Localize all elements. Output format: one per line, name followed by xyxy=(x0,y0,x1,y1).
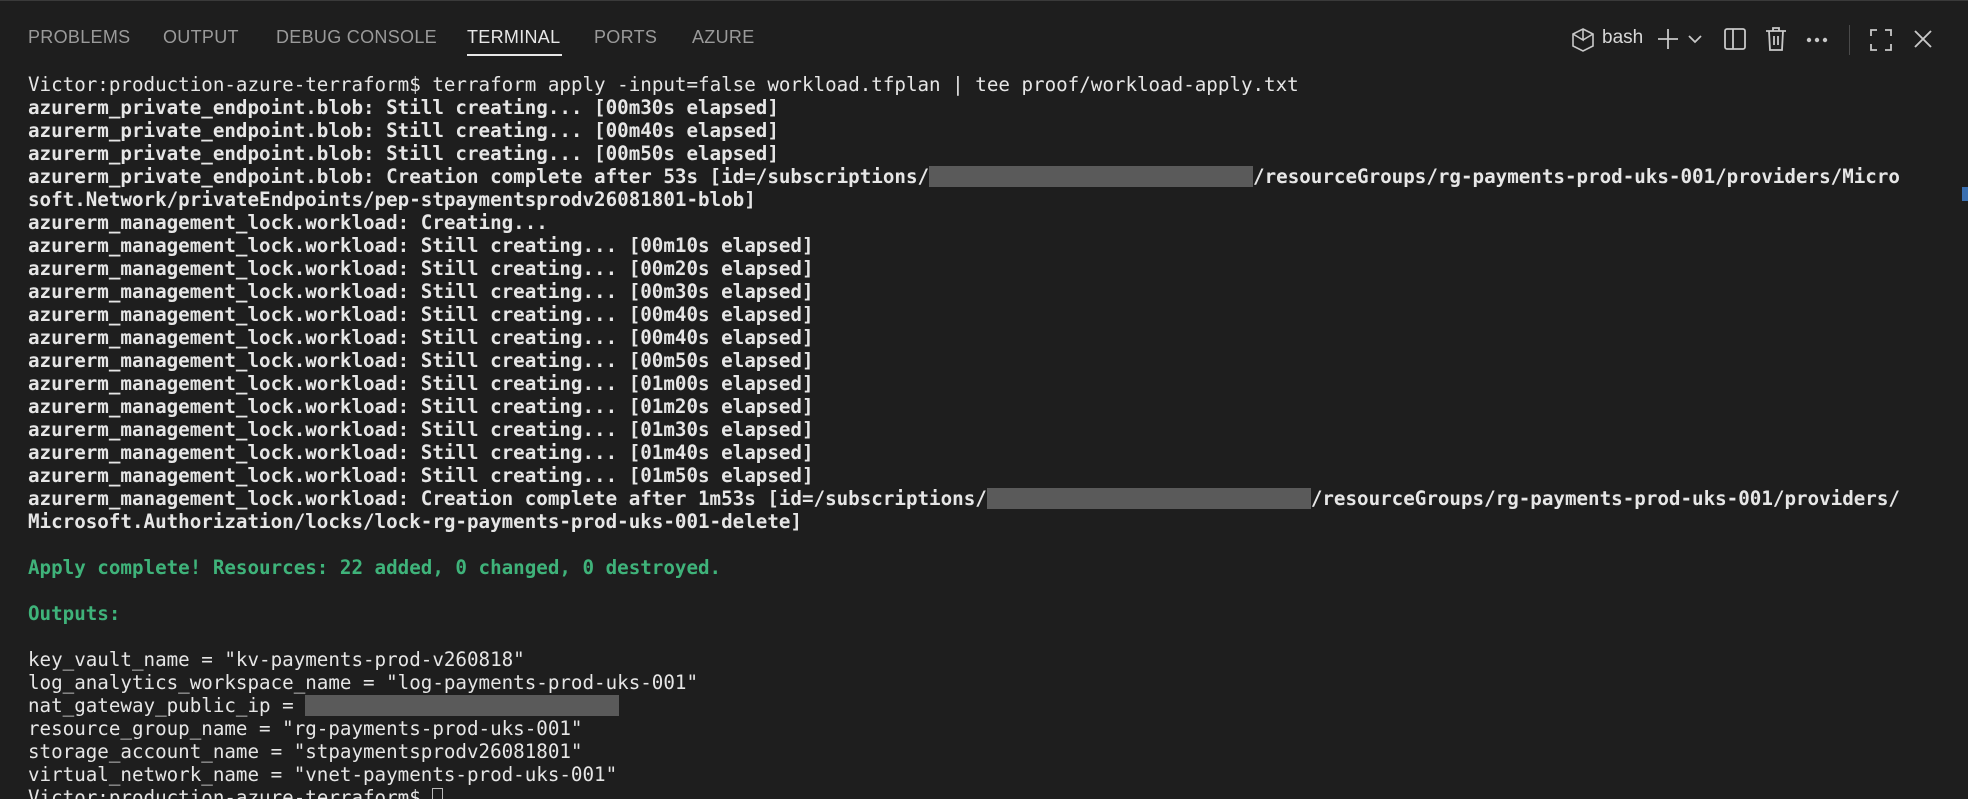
lock-complete-suffix: /resourceGroups/rg-payments-prod-uks-001… xyxy=(1310,487,1900,510)
output-line: azurerm_management_lock.workload: Still … xyxy=(28,280,814,303)
terminal-panel: PROBLEMS OUTPUT DEBUG CONSOLE TERMINAL P… xyxy=(0,0,1968,799)
terminal-cursor xyxy=(432,788,444,799)
output-line: Microsoft.Authorization/locks/lock-rg-pa… xyxy=(28,510,802,533)
output-value-line: nat_gateway_public_ip = xyxy=(28,694,1948,717)
plus-icon[interactable] xyxy=(1657,28,1679,50)
pe-complete-suffix: /resourceGroups/rg-payments-prod-uks-001… xyxy=(1253,165,1900,188)
maximize-icon[interactable] xyxy=(1870,29,1892,51)
apply-summary: Apply complete! Resources: 22 added, 0 c… xyxy=(28,556,722,579)
tab-problems[interactable]: PROBLEMS xyxy=(28,27,130,48)
output-line: azurerm_management_lock.workload: Still … xyxy=(28,441,814,464)
terminal-output[interactable]: Victor:production-azure-terraform$ terra… xyxy=(28,73,1948,799)
close-icon[interactable] xyxy=(1914,30,1932,48)
output-value-line: resource_group_name = "rg-payments-prod-… xyxy=(28,717,583,740)
output-line: azurerm_management_lock.workload: Still … xyxy=(28,234,814,257)
command-text: terraform apply -input=false workload.tf… xyxy=(432,73,1299,96)
command-line: Victor:production-azure-terraform$ terra… xyxy=(28,73,1948,96)
tab-debug-console[interactable]: DEBUG CONSOLE xyxy=(276,27,437,48)
redacted-public-ip xyxy=(305,695,620,716)
scrollbar-thumb[interactable] xyxy=(1962,187,1968,201)
terminal-shell-icon xyxy=(1570,27,1596,53)
output-value-line: log_analytics_workspace_name = "log-paym… xyxy=(28,671,699,694)
final-prompt-text: Victor:production-azure-terraform$ xyxy=(28,786,421,799)
nat-ip-label: nat_gateway_public_ip = xyxy=(28,694,306,717)
output-line: azurerm_management_lock.workload: Still … xyxy=(28,464,814,487)
prompt-text: Victor:production-azure-terraform$ xyxy=(28,73,421,96)
tab-azure[interactable]: AZURE xyxy=(692,27,755,48)
output-value-line: virtual_network_name = "vnet-payments-pr… xyxy=(28,763,618,786)
output-line: soft.Network/privateEndpoints/pep-stpaym… xyxy=(28,188,756,211)
tab-ports[interactable]: PORTS xyxy=(594,27,657,48)
ellipsis-icon[interactable] xyxy=(1806,37,1828,43)
pe-complete-prefix: azurerm_private_endpoint.blob: Creation … xyxy=(28,165,930,188)
output-line: azurerm_management_lock.workload: Still … xyxy=(28,303,814,326)
output-value-line: key_vault_name = "kv-payments-prod-v2608… xyxy=(28,648,525,671)
output-line: azurerm_private_endpoint.blob: Creation … xyxy=(28,165,1948,188)
redacted-subscription-id xyxy=(986,488,1311,509)
output-line: azurerm_private_endpoint.blob: Still cre… xyxy=(28,119,779,142)
redacted-subscription-id xyxy=(929,166,1254,187)
output-line: azurerm_management_lock.workload: Still … xyxy=(28,349,814,372)
lock-complete-prefix: azurerm_management_lock.workload: Creati… xyxy=(28,487,987,510)
output-line: azurerm_private_endpoint.blob: Still cre… xyxy=(28,142,779,165)
toolbar-divider xyxy=(1849,25,1850,55)
output-value-line: storage_account_name = "stpaymentsprodv2… xyxy=(28,740,583,763)
final-prompt-line: Victor:production-azure-terraform$ xyxy=(28,786,1948,799)
output-line: azurerm_management_lock.workload: Still … xyxy=(28,326,814,349)
split-pane-icon[interactable] xyxy=(1723,27,1747,51)
output-line: azurerm_private_endpoint.blob: Still cre… xyxy=(28,96,779,119)
active-tab-indicator xyxy=(467,54,562,56)
tab-output[interactable]: OUTPUT xyxy=(163,27,239,48)
output-line: azurerm_management_lock.workload: Creati… xyxy=(28,487,1948,510)
output-line: azurerm_management_lock.workload: Creati… xyxy=(28,211,548,234)
chevron-down-icon[interactable] xyxy=(1688,32,1702,46)
output-line: azurerm_management_lock.workload: Still … xyxy=(28,372,814,395)
shell-name-label[interactable]: bash xyxy=(1602,27,1643,49)
outputs-header: Outputs: xyxy=(28,602,121,625)
output-line: azurerm_management_lock.workload: Still … xyxy=(28,395,814,418)
trash-icon[interactable] xyxy=(1765,26,1787,52)
panel-tab-bar: PROBLEMS OUTPUT DEBUG CONSOLE TERMINAL P… xyxy=(0,1,1968,77)
output-line: azurerm_management_lock.workload: Still … xyxy=(28,257,814,280)
output-line: azurerm_management_lock.workload: Still … xyxy=(28,418,814,441)
tab-terminal[interactable]: TERMINAL xyxy=(467,27,560,48)
